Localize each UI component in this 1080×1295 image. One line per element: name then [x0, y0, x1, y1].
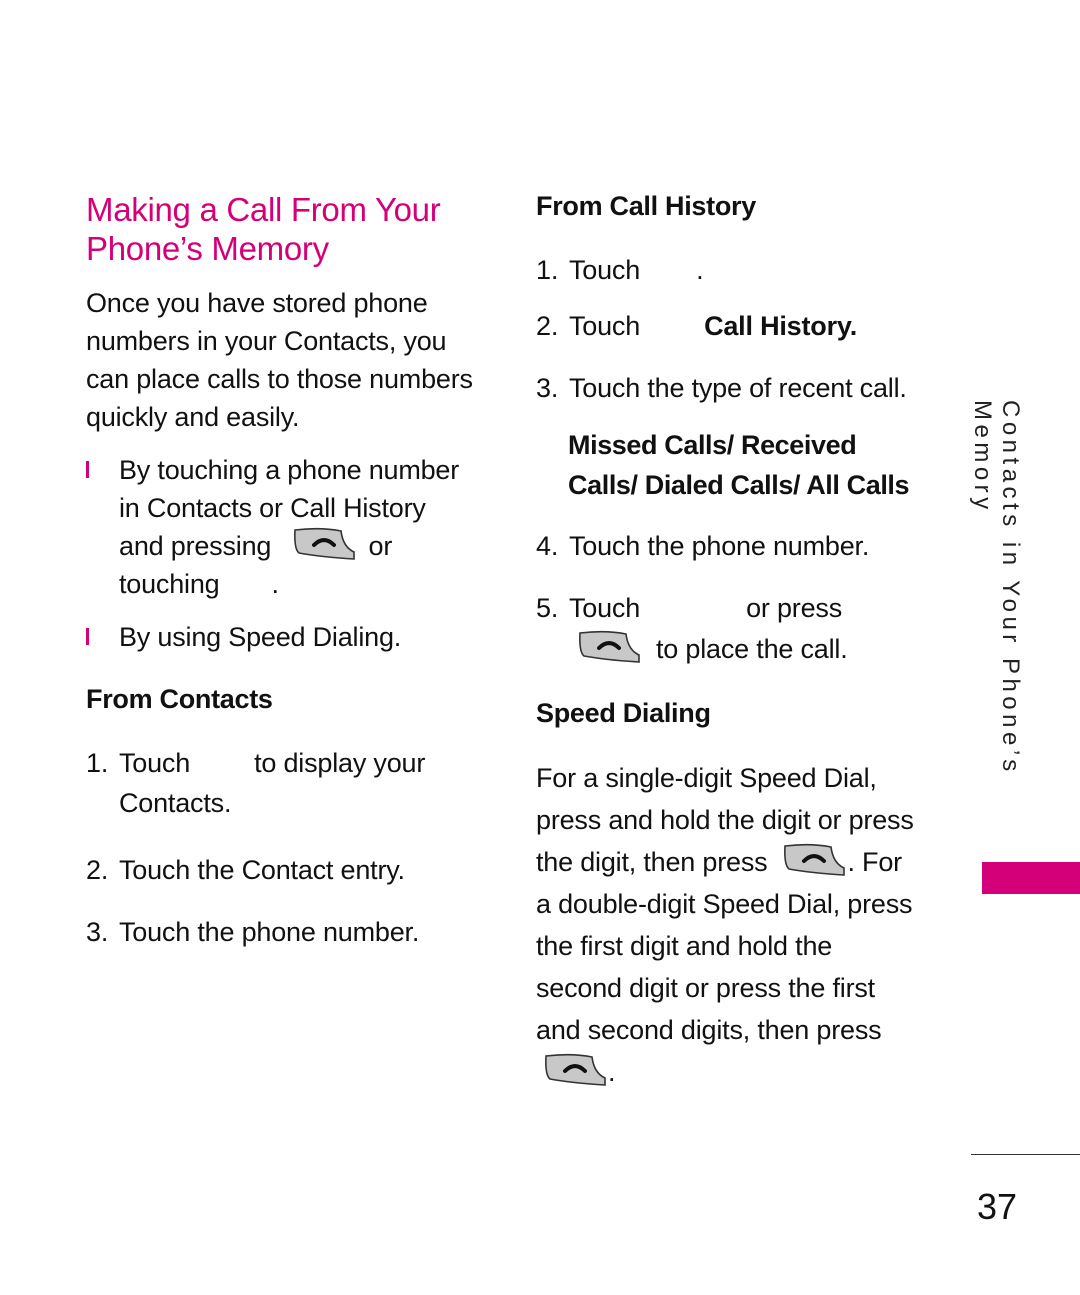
send-key-icon [542, 1053, 608, 1087]
step-number: 2. [86, 855, 109, 885]
intro-line: numbers in your Contacts, you [86, 326, 447, 356]
paragraph-line: press and hold the digit or press [536, 805, 914, 835]
bullet-line: By touching a phone number [119, 455, 460, 485]
send-key-icon [291, 527, 357, 561]
step-number: 1. [536, 255, 559, 285]
section-heading-from-contacts: From Contacts [86, 684, 273, 714]
step-item: 1. Touch to display your Contacts. [86, 744, 425, 822]
footer-divider [971, 1154, 1080, 1155]
page-number: 37 [977, 1186, 1018, 1227]
bullet-marker-icon [86, 628, 89, 645]
step-number: 1. [86, 748, 109, 778]
text-fragment: or [368, 531, 393, 561]
text-fragment: to place the call. [656, 634, 848, 664]
text-fragment: touching [119, 569, 220, 599]
title-line: Phone’s Memory [86, 230, 329, 267]
step-number: 2. [536, 311, 559, 341]
intro-line: quickly and easily. [86, 402, 300, 432]
bullet-line: and pressing or [119, 527, 459, 565]
paragraph-line: and second digits, then press [536, 1015, 882, 1045]
text-fragment: . For [847, 847, 902, 877]
text-fragment: Touch [569, 311, 641, 341]
paragraph-line: a double-digit Speed Dial, press [536, 889, 913, 919]
paragraph-line: the digit, then press . For [536, 841, 914, 883]
chapter-tab-marker [982, 862, 1080, 894]
text-fragment: . [696, 255, 704, 285]
chapter-side-tab: Contacts in Your Phone’s Memory [969, 400, 1024, 776]
text-fragment: Contacts. [119, 788, 232, 818]
step-text: Touch the type of recent call. [569, 373, 907, 403]
bullet-marker-icon [86, 461, 89, 478]
bullet-item: By touching a phone number in Contacts o… [86, 451, 459, 603]
text-fragment: . [608, 1057, 616, 1087]
bullet-item: By using Speed Dialing. [86, 618, 401, 656]
title-line: Making a Call From Your [86, 191, 441, 228]
send-key-icon [576, 630, 642, 664]
step-text: Touch the phone number. [119, 917, 420, 947]
step-number: 3. [86, 917, 109, 947]
text-fragment: the digit, then press [536, 847, 768, 877]
step-number: 3. [536, 373, 559, 403]
step-number: 5. [536, 593, 559, 623]
send-key-icon [781, 843, 847, 877]
page-title: Making a Call From Your Phone’s Memory [86, 190, 441, 268]
text-fragment: to display your [254, 748, 426, 778]
text-fragment: . [271, 569, 279, 599]
section-heading-speed-dialing: Speed Dialing [536, 698, 711, 728]
bullet-line: touching. [119, 565, 459, 603]
text-fragment: Call History. [704, 311, 858, 341]
text-fragment: Touch [569, 593, 641, 623]
text-fragment: Touch [569, 255, 641, 285]
step-item: 5. Touch or press to place the call. [536, 589, 848, 668]
paragraph-line: . [536, 1051, 914, 1093]
step-item: 3. Touch the type of recent call. [536, 369, 907, 407]
intro-line: can place calls to those numbers [86, 364, 473, 394]
step-item: 2. Touch Call History. [536, 307, 857, 345]
step-text: Touch the Contact entry. [119, 855, 405, 885]
options-line: Missed Calls/ Received [568, 430, 857, 460]
text-fragment: Touch [119, 748, 191, 778]
bullet-line: in Contacts or Call History [119, 493, 426, 523]
paragraph-line: second digit or press the first [536, 973, 875, 1003]
speed-dialing-paragraph: For a single-digit Speed Dial, press and… [536, 757, 914, 1093]
paragraph-line: For a single-digit Speed Dial, [536, 763, 877, 793]
section-heading-from-call-history: From Call History [536, 191, 756, 221]
step-item: 2. Touch the Contact entry. [86, 851, 405, 889]
step-item: 3. Touch the phone number. [86, 913, 419, 951]
text-fragment: and pressing [119, 531, 272, 561]
options-line: Calls/ Dialed Calls/ All Calls [568, 470, 910, 500]
intro-paragraph: Once you have stored phone numbers in yo… [86, 284, 473, 436]
call-type-options: Missed Calls/ Received Calls/ Dialed Cal… [568, 425, 910, 505]
bullet-line: By using Speed Dialing. [119, 622, 402, 652]
intro-line: Once you have stored phone [86, 288, 428, 318]
text-fragment: or press [746, 593, 842, 623]
paragraph-line: the first digit and hold the [536, 931, 833, 961]
step-item: 4. Touch the phone number. [536, 527, 869, 565]
step-item: 1. Touch. [536, 251, 704, 289]
step-text: Touch the phone number. [569, 531, 870, 561]
step-number: 4. [536, 531, 559, 561]
